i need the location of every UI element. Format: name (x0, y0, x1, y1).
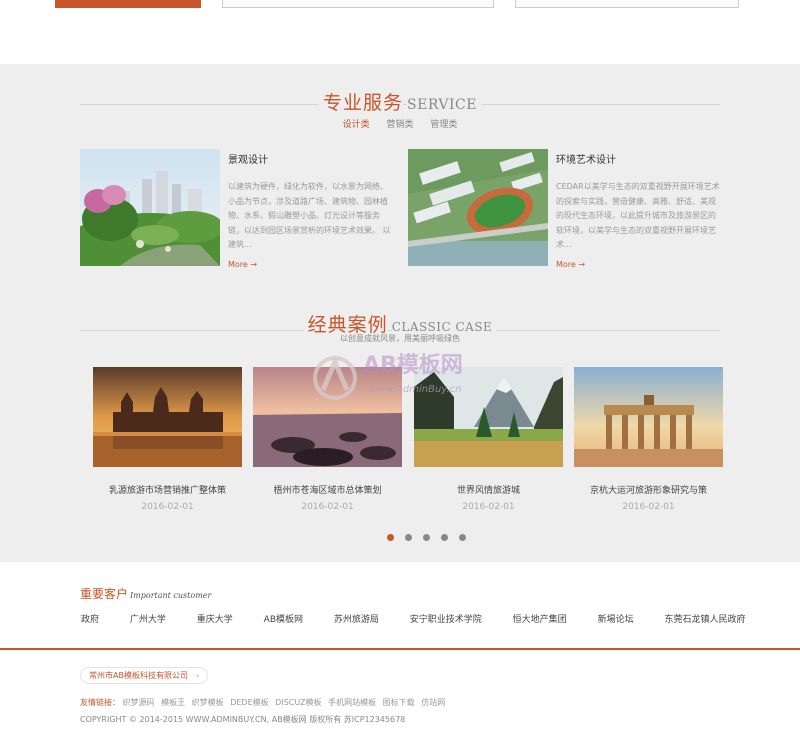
carousel-dot[interactable] (405, 534, 412, 541)
case-date: 2016-02-01 (622, 502, 675, 512)
customers-title-en: Important customer (130, 591, 212, 600)
carousel-dot[interactable] (441, 534, 448, 541)
carousel-dot[interactable] (387, 534, 394, 541)
friend-link[interactable]: 模板王 (161, 698, 185, 707)
copyright: COPYRIGHT © 2014-2015 WWW.ADMINBUY.CN, A… (80, 715, 406, 724)
case-item[interactable]: 京杭大运河旅游形象研究与策 2016-02-01 (574, 367, 723, 512)
case-date: 2016-02-01 (301, 502, 354, 512)
friend-link[interactable]: DISCUZ模板 (275, 698, 321, 707)
more-link[interactable]: More → (228, 260, 257, 269)
case-item[interactable]: 世界风情旅游城 2016-02-01 (414, 367, 563, 512)
company-name: 常州市AB模板科技有限公司 (89, 671, 188, 680)
case-image-mountain[interactable] (414, 367, 563, 467)
case-item[interactable]: 乳源旅游市场营销推广整体策 2016-02-01 (93, 367, 242, 512)
case-item[interactable]: 梧州市苍海区域市总体策划 2016-02-01 (253, 367, 402, 512)
landscape-design-image[interactable] (80, 149, 220, 266)
customer-item[interactable]: 东莞石龙镇人民政府 (664, 612, 745, 625)
links-label: 友情链接： (80, 698, 120, 707)
top-card[interactable] (222, 0, 494, 8)
top-card-active[interactable] (55, 0, 201, 8)
service-title[interactable]: 环境艺术设计 (556, 151, 720, 166)
service-title-cn: 专业服务 (319, 92, 404, 114)
service-desc: 以建筑为硬件，绿化为软件，以水景为网络、小品为节点，涉及道路广场、建筑物、园林植… (228, 182, 391, 249)
service-tabs: 设计类 营销类 管理类 (0, 117, 800, 130)
friend-link[interactable]: 图标下载 (383, 698, 415, 707)
service-card: 景观设计 以建筑为硬件，绿化为软件，以水景为网络、小品为节点，涉及道路广场、建筑… (80, 149, 392, 269)
customers-list: 市政府 广州大学 重庆大学 AB模板网 苏州旅游局 安宁职业技术学院 恒大地产集… (80, 612, 800, 626)
service-title-en: SERVICE (407, 97, 481, 113)
customer-item[interactable]: AB模板网 (264, 612, 303, 625)
friend-link[interactable]: 手机网站模板 (328, 698, 376, 707)
friend-link[interactable]: 织梦模板 (192, 698, 224, 707)
friend-link[interactable]: 织梦源码 (123, 698, 155, 707)
customer-item[interactable]: 新場论坛 (598, 612, 634, 625)
customer-item[interactable]: 安宁职业技术学院 (410, 612, 482, 625)
case-date: 2016-02-01 (141, 502, 194, 512)
friend-link[interactable]: 仿站网 (421, 698, 445, 707)
case-title[interactable]: 乳源旅游市场营销推广整体策 (93, 483, 242, 496)
service-card: 环境艺术设计 CEDAR以美学与生态的双重视野开展环境艺术的探索与实践，营造健康… (408, 149, 720, 269)
case-title[interactable]: 世界风情旅游城 (414, 483, 563, 496)
chevron-right-icon: › (195, 671, 200, 680)
carousel-dot[interactable] (459, 534, 466, 541)
cases-title-en: CLASSIC CASE (391, 320, 497, 334)
customer-item[interactable]: 市政府 (80, 612, 99, 625)
cases-subtitle: 以创意成就风景，用美丽呼吸绿色 (340, 334, 460, 343)
service-heading: 专业服务 SERVICE (0, 88, 800, 115)
more-link[interactable]: More → (556, 260, 585, 269)
environment-art-image[interactable] (408, 149, 548, 266)
carousel-dot[interactable] (423, 534, 430, 541)
case-image-gate[interactable] (574, 367, 723, 467)
tab-design[interactable]: 设计类 (343, 117, 370, 130)
footer-divider (0, 648, 800, 650)
customer-item[interactable]: 重庆大学 (197, 612, 233, 625)
customer-item[interactable]: 广州大学 (130, 612, 166, 625)
tab-management[interactable]: 管理类 (430, 117, 457, 130)
top-card[interactable] (515, 0, 739, 8)
service-desc: CEDAR以美学与生态的双重视野开展环境艺术的探索与实践，营造健康、高雅、舒适、… (556, 182, 720, 249)
case-date: 2016-02-01 (462, 502, 515, 512)
service-title[interactable]: 景观设计 (228, 151, 392, 166)
company-select[interactable]: 常州市AB模板科技有限公司 › (80, 667, 209, 684)
customer-item[interactable]: 恒大地产集团 (513, 612, 567, 625)
customers-heading: 重要客户 Important customer (80, 585, 211, 602)
customers-title-cn: 重要客户 (80, 587, 129, 601)
tab-marketing[interactable]: 营销类 (386, 117, 413, 130)
customer-item[interactable]: 苏州旅游局 (334, 612, 379, 625)
friend-link[interactable]: DEDE模板 (230, 698, 268, 707)
carousel-dots (387, 534, 466, 541)
friend-links: 友情链接： 织梦源码 模板王 织梦模板 DEDE模板 DISCUZ模板 手机网站… (80, 697, 449, 708)
case-title[interactable]: 梧州市苍海区域市总体策划 (253, 483, 402, 496)
case-image-castle[interactable] (93, 367, 242, 467)
case-image-coast[interactable] (253, 367, 402, 467)
case-title[interactable]: 京杭大运河旅游形象研究与策 (574, 483, 723, 496)
